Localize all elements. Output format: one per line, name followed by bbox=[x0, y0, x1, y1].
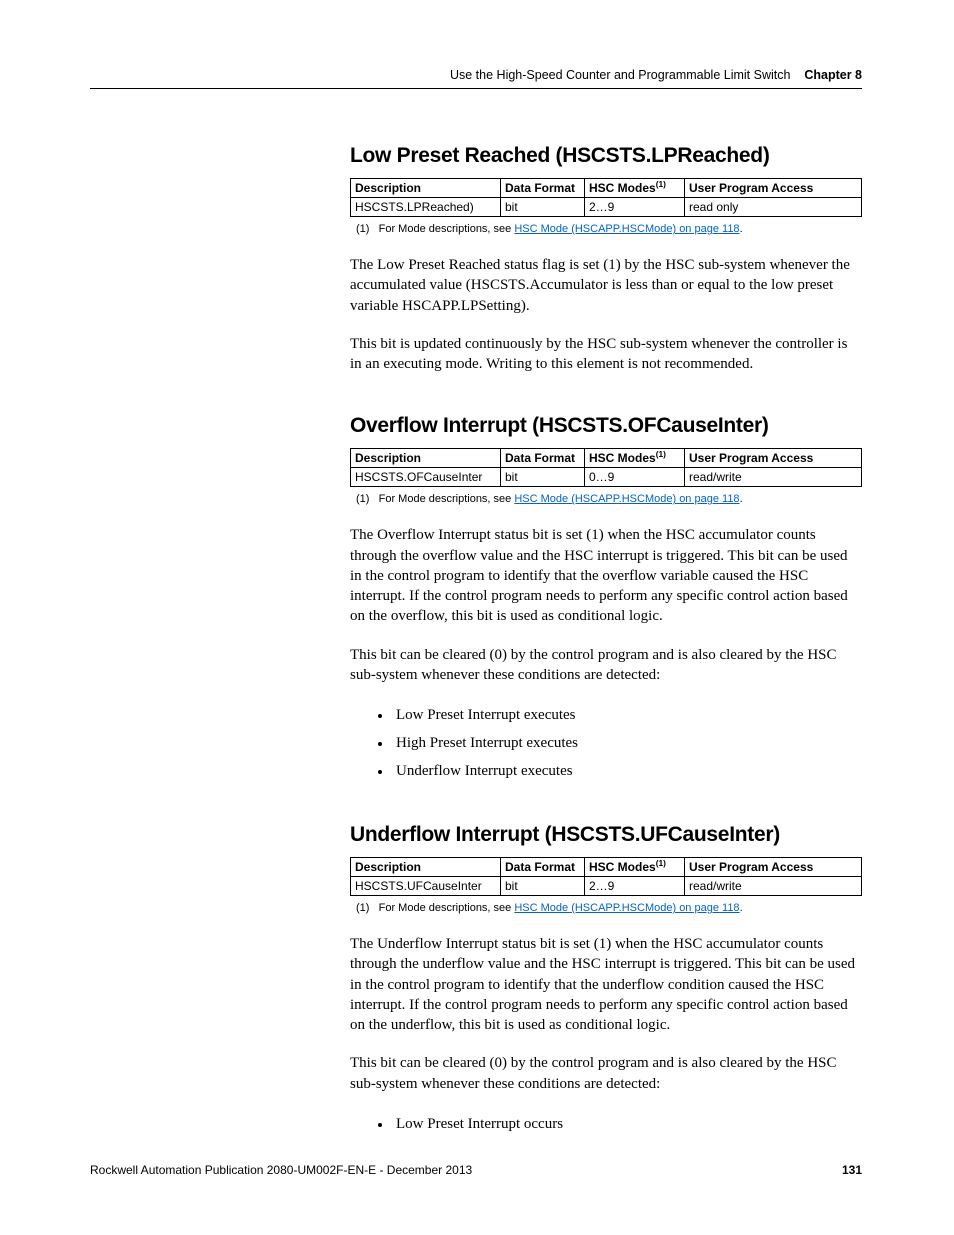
td-access: read/write bbox=[685, 877, 862, 896]
page-footer: Rockwell Automation Publication 2080-UM0… bbox=[90, 1163, 862, 1177]
td-data-format: bit bbox=[501, 877, 585, 896]
footnote-link[interactable]: HSC Mode (HSCAPP.HSCMode) on page 118 bbox=[514, 223, 739, 235]
para: This bit can be cleared (0) by the contr… bbox=[350, 645, 862, 686]
heading-ufcauseinter: Underflow Interrupt (HSCSTS.UFCauseInter… bbox=[350, 823, 862, 847]
table-header-row: Description Data Format HSC Modes(1) Use… bbox=[351, 858, 862, 877]
bullet-list: Low Preset Interrupt occurs bbox=[392, 1112, 862, 1136]
th-hsc-modes: HSC Modes(1) bbox=[585, 449, 685, 468]
section-ufcauseinter: Underflow Interrupt (HSCSTS.UFCauseInter… bbox=[350, 823, 862, 1136]
td-description: HSCSTS.LPReached) bbox=[351, 198, 501, 217]
td-hsc-modes: 0…9 bbox=[585, 468, 685, 487]
para: This bit is updated continuously by the … bbox=[350, 334, 862, 375]
td-access: read/write bbox=[685, 468, 862, 487]
section-lpreached: Low Preset Reached (HSCSTS.LPReached) De… bbox=[350, 144, 862, 374]
footer-page-number: 131 bbox=[842, 1163, 862, 1177]
th-access: User Program Access bbox=[685, 449, 862, 468]
th-access: User Program Access bbox=[685, 179, 862, 198]
section-ofcauseinter: Overflow Interrupt (HSCSTS.OFCauseInter)… bbox=[350, 414, 862, 783]
header-rule bbox=[90, 88, 862, 89]
th-description: Description bbox=[351, 449, 501, 468]
para: The Low Preset Reached status flag is se… bbox=[350, 255, 862, 316]
heading-lpreached: Low Preset Reached (HSCSTS.LPReached) bbox=[350, 144, 862, 168]
main-content: Low Preset Reached (HSCSTS.LPReached) De… bbox=[350, 144, 862, 1136]
para: The Underflow Interrupt status bit is se… bbox=[350, 934, 862, 1035]
td-description: HSCSTS.UFCauseInter bbox=[351, 877, 501, 896]
para: This bit can be cleared (0) by the contr… bbox=[350, 1053, 862, 1094]
th-data-format: Data Format bbox=[501, 179, 585, 198]
table-ofcauseinter: Description Data Format HSC Modes(1) Use… bbox=[350, 448, 862, 487]
table-row: HSCSTS.OFCauseInter bit 0…9 read/write bbox=[351, 468, 862, 487]
table-row: HSCSTS.LPReached) bit 2…9 read only bbox=[351, 198, 862, 217]
table-header-row: Description Data Format HSC Modes(1) Use… bbox=[351, 179, 862, 198]
footnote-link[interactable]: HSC Mode (HSCAPP.HSCMode) on page 118 bbox=[514, 902, 739, 914]
footnote-ofcauseinter: (1) For Mode descriptions, see HSC Mode … bbox=[356, 493, 862, 505]
table-ufcauseinter: Description Data Format HSC Modes(1) Use… bbox=[350, 857, 862, 896]
list-item: Underflow Interrupt executes bbox=[392, 759, 862, 783]
td-hsc-modes: 2…9 bbox=[585, 198, 685, 217]
th-hsc-modes: HSC Modes(1) bbox=[585, 858, 685, 877]
table-lpreached: Description Data Format HSC Modes(1) Use… bbox=[350, 178, 862, 217]
bullet-list: Low Preset Interrupt executes High Prese… bbox=[392, 703, 862, 783]
th-access: User Program Access bbox=[685, 858, 862, 877]
th-description: Description bbox=[351, 858, 501, 877]
footer-publication: Rockwell Automation Publication 2080-UM0… bbox=[90, 1163, 472, 1177]
td-access: read only bbox=[685, 198, 862, 217]
heading-ofcauseinter: Overflow Interrupt (HSCSTS.OFCauseInter) bbox=[350, 414, 862, 438]
th-description: Description bbox=[351, 179, 501, 198]
para: The Overflow Interrupt status bit is set… bbox=[350, 525, 862, 626]
table-header-row: Description Data Format HSC Modes(1) Use… bbox=[351, 449, 862, 468]
th-hsc-modes: HSC Modes(1) bbox=[585, 179, 685, 198]
td-hsc-modes: 2…9 bbox=[585, 877, 685, 896]
header-chapter: Chapter 8 bbox=[804, 68, 862, 82]
th-data-format: Data Format bbox=[501, 858, 585, 877]
header-text: Use the High-Speed Counter and Programma… bbox=[450, 68, 790, 82]
td-data-format: bit bbox=[501, 468, 585, 487]
td-data-format: bit bbox=[501, 198, 585, 217]
footnote-lpreached: (1) For Mode descriptions, see HSC Mode … bbox=[356, 223, 862, 235]
td-description: HSCSTS.OFCauseInter bbox=[351, 468, 501, 487]
th-data-format: Data Format bbox=[501, 449, 585, 468]
list-item: Low Preset Interrupt occurs bbox=[392, 1112, 862, 1136]
list-item: Low Preset Interrupt executes bbox=[392, 703, 862, 727]
page-header: Use the High-Speed Counter and Programma… bbox=[90, 68, 862, 89]
list-item: High Preset Interrupt executes bbox=[392, 731, 862, 755]
footnote-ufcauseinter: (1) For Mode descriptions, see HSC Mode … bbox=[356, 902, 862, 914]
table-row: HSCSTS.UFCauseInter bit 2…9 read/write bbox=[351, 877, 862, 896]
footnote-link[interactable]: HSC Mode (HSCAPP.HSCMode) on page 118 bbox=[514, 493, 739, 505]
